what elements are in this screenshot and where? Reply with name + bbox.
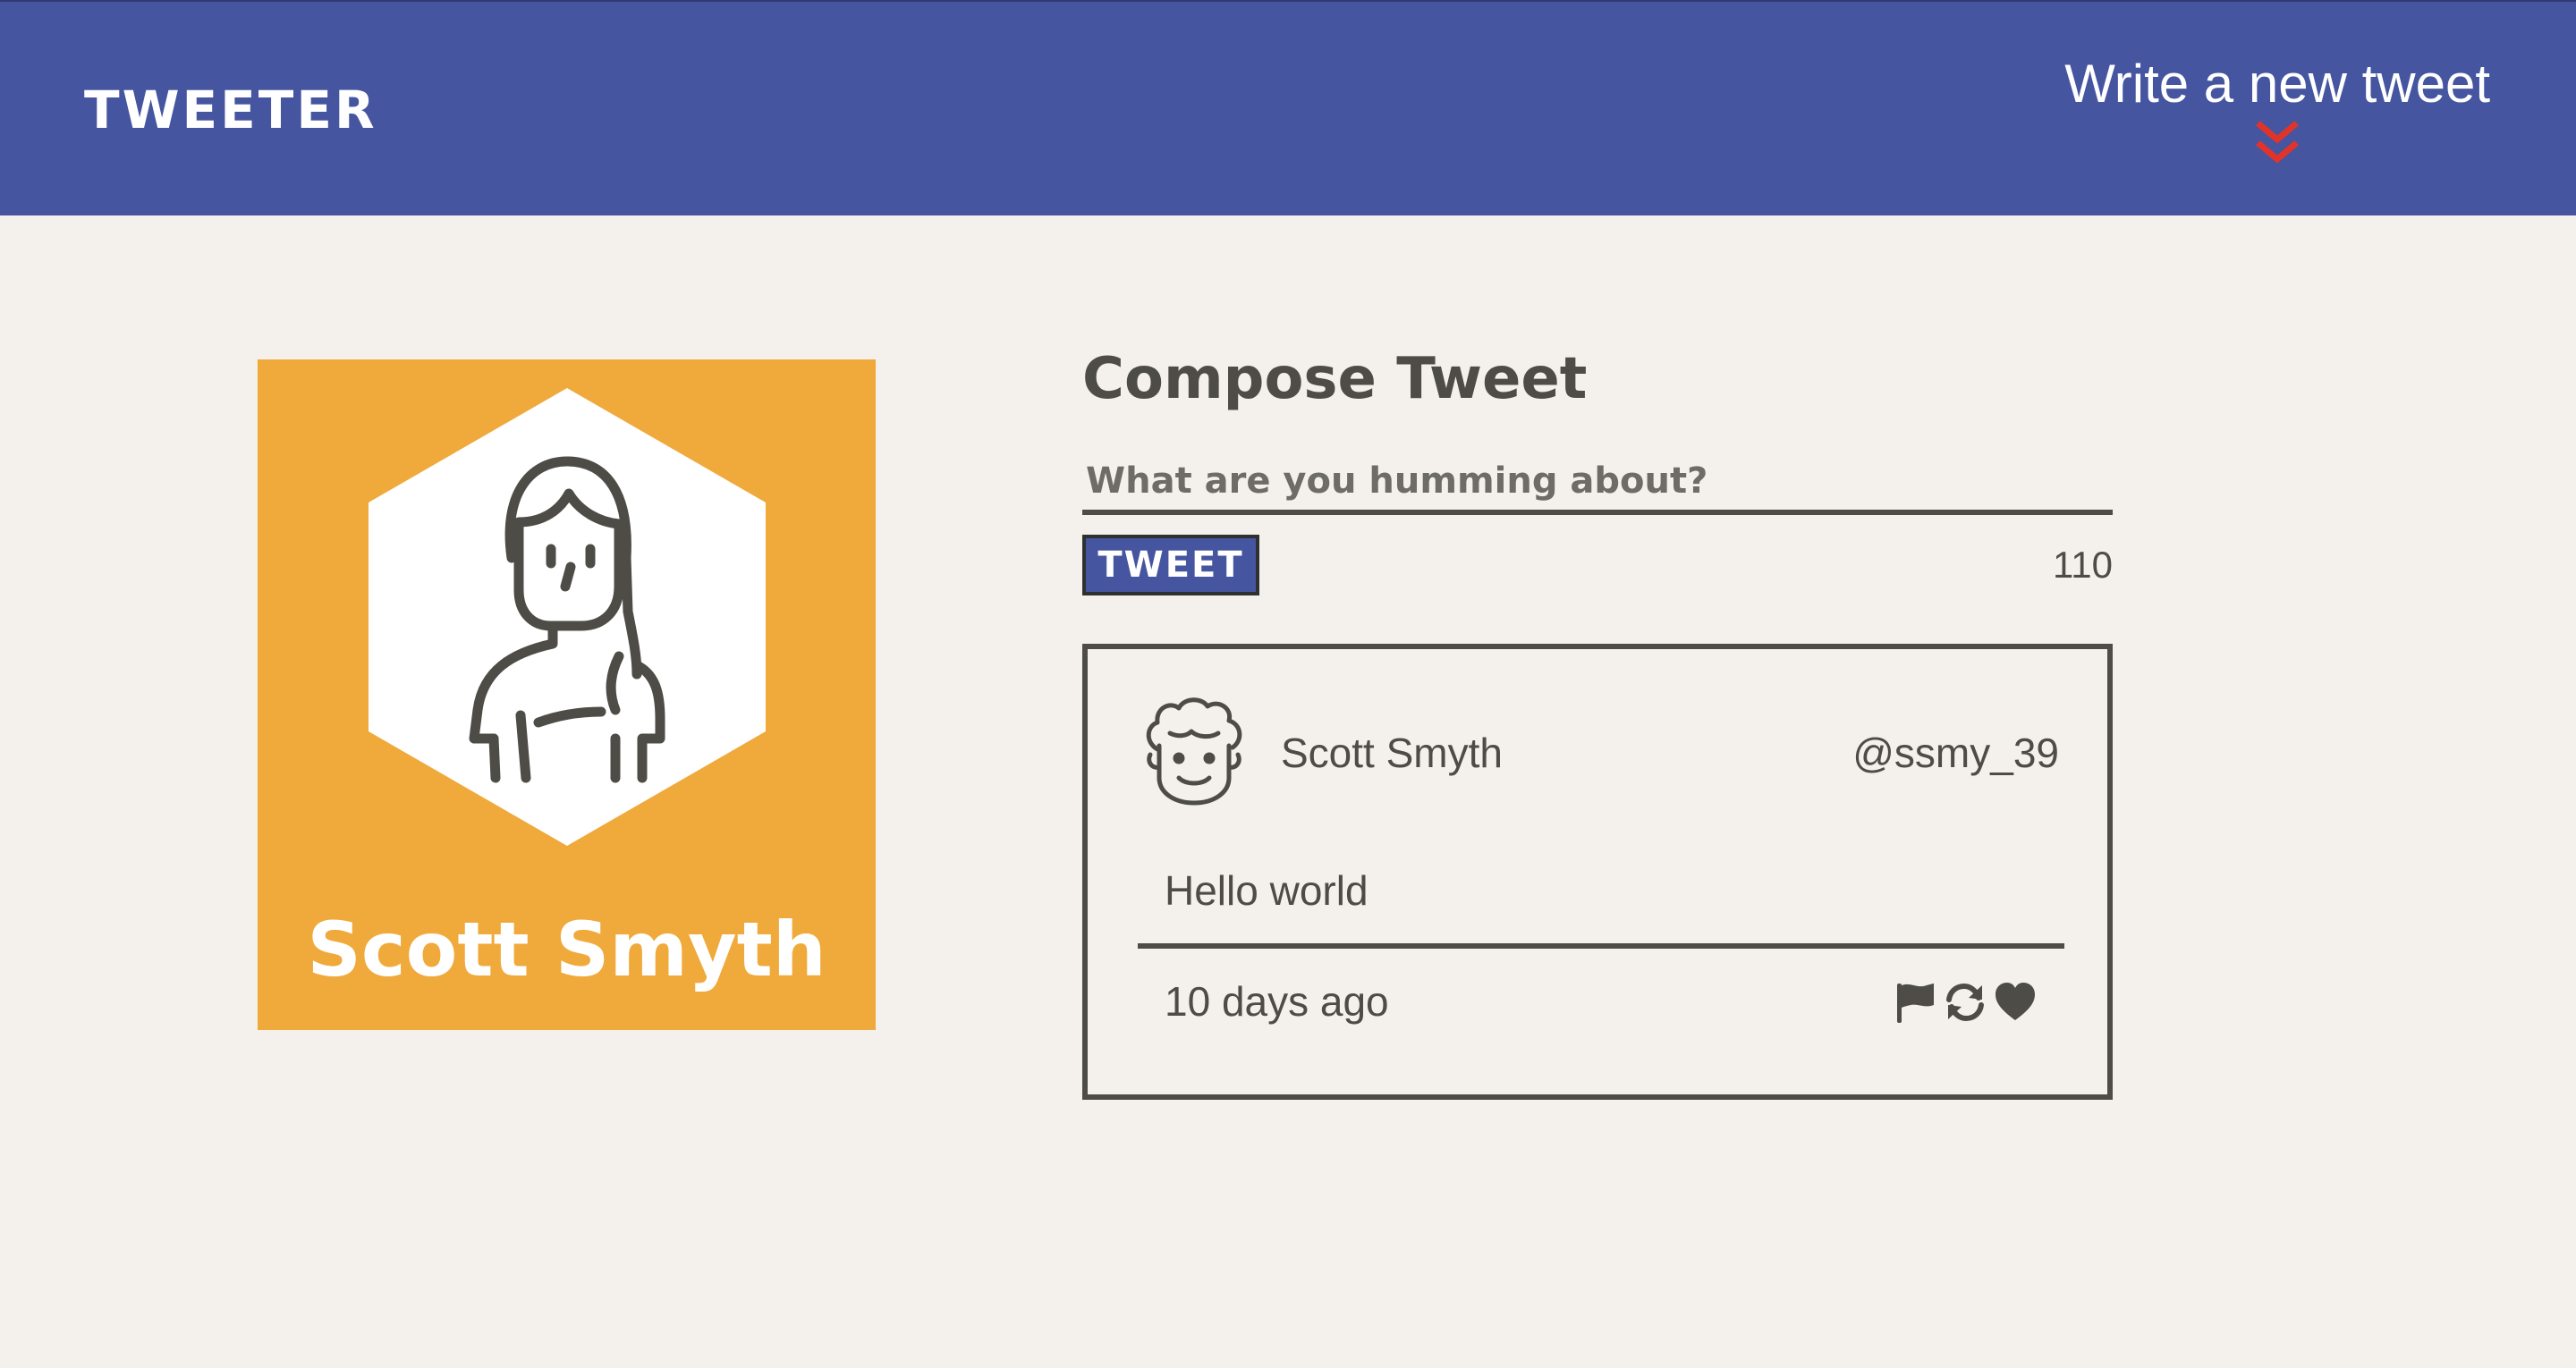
tweet-input[interactable] xyxy=(1082,452,2113,515)
tweet-timestamp: 10 days ago xyxy=(1165,978,1389,1025)
compose-title: Compose Tweet xyxy=(1082,346,1588,412)
profile-name: Scott Smyth xyxy=(307,906,826,993)
compose-section: Compose Tweet TWEET 110 xyxy=(1082,342,2113,597)
tweet-card: Scott Smyth @ssmy_39 Hello world 10 days… xyxy=(1082,644,2113,1100)
tweet-text: Hello world xyxy=(1165,867,1368,914)
brand-logo[interactable]: TWEETER xyxy=(84,79,377,141)
flag-icon[interactable] xyxy=(1893,980,1937,1025)
profile-card: Scott Smyth xyxy=(258,359,876,1030)
tweet-divider xyxy=(1138,943,2064,949)
tweet-author-name: Scott Smyth xyxy=(1281,730,1503,776)
write-new-tweet-toggle[interactable]: Write a new tweet xyxy=(2064,48,2490,168)
tweet-author-handle: @ssmy_39 xyxy=(1852,730,2059,776)
compose-controls: TWEET 110 xyxy=(1082,535,2113,597)
retweet-icon[interactable] xyxy=(1943,980,1987,1025)
curly-hair-man-avatar-icon xyxy=(1146,697,1242,806)
tweet-actions xyxy=(1893,978,2038,1026)
char-counter: 110 xyxy=(2053,544,2113,586)
top-nav: TWEETER Write a new tweet xyxy=(0,0,2576,215)
tweet-button[interactable]: TWEET xyxy=(1082,535,1259,595)
woman-avatar-icon xyxy=(369,388,766,846)
write-new-tweet-label[interactable]: Write a new tweet xyxy=(2064,48,2490,120)
double-chevron-down-icon[interactable] xyxy=(2253,120,2301,168)
heart-icon[interactable] xyxy=(1993,980,2038,1025)
